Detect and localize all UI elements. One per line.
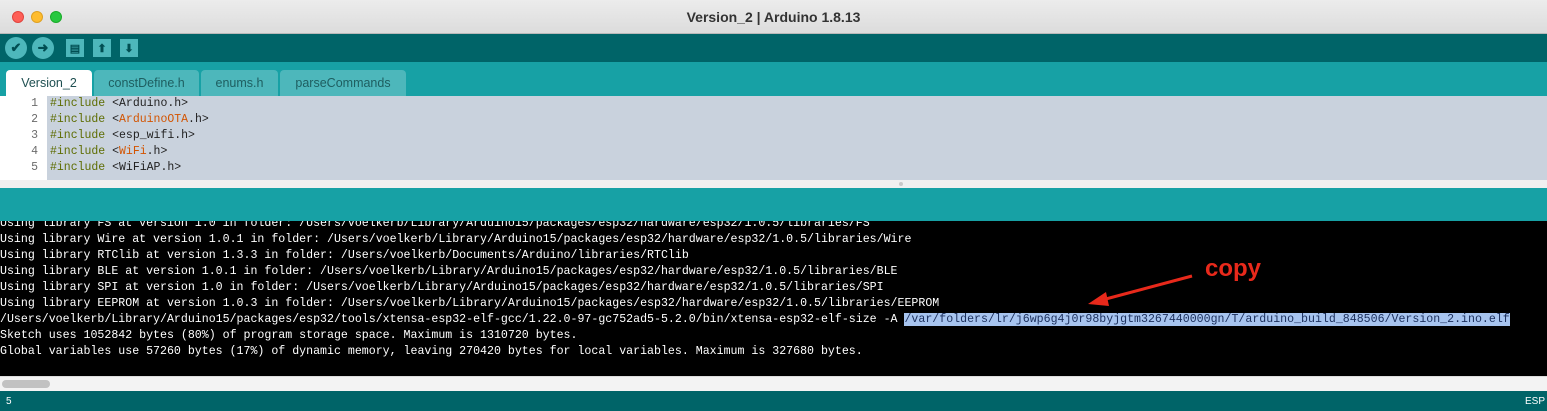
- tab-version-2[interactable]: Version_2: [6, 70, 92, 96]
- checkmark-icon: ✔: [10, 40, 22, 55]
- tab-enums[interactable]: enums.h: [201, 70, 278, 96]
- line-number: 3: [31, 129, 38, 142]
- console-line: Using library SPI at version 1.0 in fold…: [0, 281, 884, 294]
- open-sketch-button[interactable]: ⬆: [93, 39, 111, 57]
- new-sketch-button[interactable]: ▤: [66, 39, 84, 57]
- line-number: 5: [31, 161, 38, 174]
- status-bar: 5 ESP: [0, 391, 1547, 411]
- pane-splitter[interactable]: [0, 180, 1547, 188]
- arrow-up-icon: ⬆: [97, 42, 107, 55]
- code-text: #include <WiFi.h>: [50, 145, 168, 158]
- status-line-number: 5: [6, 396, 12, 407]
- toolbar: ✔ ➜ ▤ ⬆ ⬇: [0, 34, 1547, 62]
- console-horizontal-scrollbar[interactable]: [0, 376, 1547, 391]
- tab-constdefine[interactable]: constDefine.h: [94, 70, 199, 96]
- line-number: 2: [31, 113, 38, 126]
- splitter-grip-icon: [899, 182, 903, 186]
- code-line: 1 #include <Arduino.h>: [0, 96, 1547, 112]
- copy-annotation-label: copy: [1205, 255, 1262, 282]
- tab-parsecommands[interactable]: parseCommands: [280, 70, 406, 96]
- arrow-down-icon: ⬇: [124, 42, 134, 55]
- verify-button[interactable]: ✔: [5, 37, 27, 59]
- new-file-icon: ▤: [69, 42, 81, 55]
- code-text: #include <esp_wifi.h>: [50, 129, 195, 142]
- arrow-right-icon: ➜: [37, 40, 49, 55]
- line-number: 4: [31, 145, 38, 158]
- save-sketch-button[interactable]: ⬇: [120, 39, 138, 57]
- code-line: 2 #include <ArduinoOTA.h>: [0, 112, 1547, 128]
- console-line: Using library EEPROM at version 1.0.3 in…: [0, 297, 940, 310]
- status-board-info: ESP: [1524, 396, 1545, 407]
- code-text: #include <WiFiAP.h>: [50, 161, 182, 174]
- tab-bar: Version_2 constDefine.h enums.h parseCom…: [0, 62, 1547, 96]
- console-line: Using library Wire at version 1.0.1 in f…: [0, 233, 912, 246]
- window-titlebar: Version_2 | Arduino 1.8.13: [0, 0, 1547, 34]
- window-title: Version_2 | Arduino 1.8.13: [686, 9, 861, 25]
- console-output[interactable]: Using library FS at version 1.0 in folde…: [0, 221, 1547, 376]
- message-bar: [0, 188, 1547, 221]
- console-line: Using library BLE at version 1.0.1 in fo…: [0, 265, 898, 278]
- code-line: 3 #include <esp_wifi.h>: [0, 128, 1547, 144]
- scrollbar-thumb[interactable]: [2, 380, 50, 388]
- code-text: #include <ArduinoOTA.h>: [50, 113, 209, 126]
- line-number: 1: [31, 97, 38, 110]
- upload-button[interactable]: ➜: [32, 37, 54, 59]
- console-line-size-command: /Users/voelkerb/Library/Arduino15/packag…: [0, 313, 1510, 326]
- console-line: Using library FS at version 1.0 in folde…: [0, 221, 870, 230]
- annotation-arrow-icon: [1088, 274, 1193, 306]
- console-line: Using library RTClib at version 1.3.3 in…: [0, 249, 689, 262]
- console-line: Global variables use 57260 bytes (17%) o…: [0, 345, 863, 358]
- code-line: 4 #include <WiFi.h>: [0, 144, 1547, 160]
- console-line: Sketch uses 1052842 bytes (80%) of progr…: [0, 329, 578, 342]
- code-line: 5 #include <WiFiAP.h>: [0, 160, 1547, 176]
- code-text: #include <Arduino.h>: [50, 97, 189, 110]
- selected-elf-path[interactable]: /var/folders/lr/j6wp6g4j0r98byjgtm326744…: [904, 313, 1510, 326]
- code-editor[interactable]: 1 #include <Arduino.h> 2 #include <Ardui…: [0, 96, 1547, 180]
